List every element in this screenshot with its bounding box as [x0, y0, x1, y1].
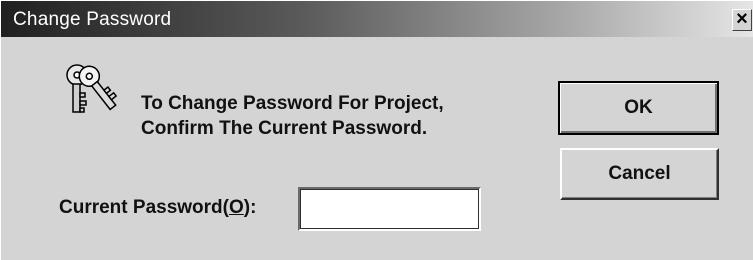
label-text-before: Current Password( — [59, 197, 229, 218]
change-password-dialog: Change Password × To Change Password For… — [0, 0, 753, 260]
label-text-after: ): — [243, 197, 257, 218]
ok-button[interactable]: OK — [558, 81, 719, 135]
current-password-input[interactable] — [298, 187, 481, 231]
title-bar[interactable]: Change Password × — [1, 1, 753, 37]
instruction-line-1: To Change Password For Project, — [141, 93, 444, 114]
close-button[interactable]: × — [732, 9, 752, 31]
current-password-label: Current Password(O): — [59, 197, 256, 219]
label-accelerator-key: O — [228, 197, 244, 218]
cancel-button[interactable]: Cancel — [560, 148, 719, 200]
keys-icon — [66, 64, 118, 113]
instruction-text: To Change Password For Project, Confirm … — [141, 91, 444, 141]
window-title: Change Password — [13, 9, 172, 30]
instruction-line-2: Confirm The Current Password. — [141, 118, 428, 139]
close-icon: × — [736, 9, 748, 30]
